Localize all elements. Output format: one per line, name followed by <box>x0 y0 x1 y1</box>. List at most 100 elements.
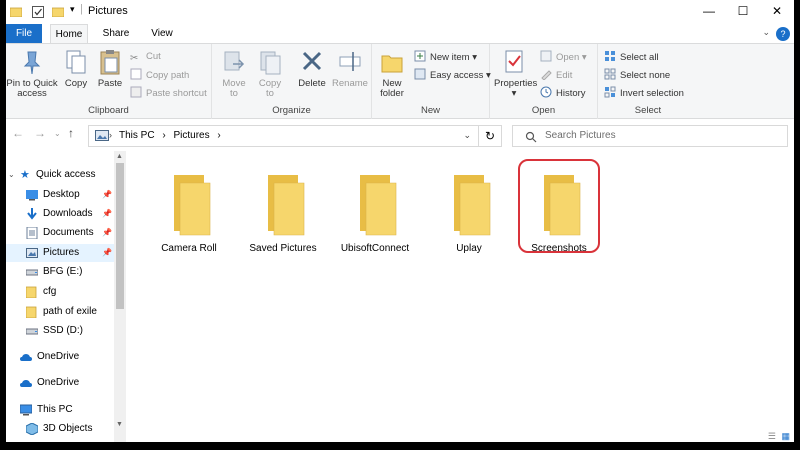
scroll-thumb[interactable] <box>116 163 124 309</box>
expand-ribbon-icon[interactable]: ⌄ <box>762 27 770 38</box>
easy-access-button[interactable]: Easy access ▾ <box>414 68 491 82</box>
copy-button[interactable]: Copy <box>60 48 92 89</box>
app-folder-icon <box>10 7 22 17</box>
up-arrow-icon[interactable]: ↑ <box>68 126 74 140</box>
refresh-button[interactable]: ↻ <box>478 125 502 147</box>
new-folder-icon <box>381 55 403 73</box>
nav-item-pictures[interactable]: Pictures 📌 <box>6 244 114 262</box>
minimize-button[interactable]: — <box>692 0 726 22</box>
cloud-icon <box>20 354 32 361</box>
help-icon[interactable]: ? <box>776 27 790 41</box>
nav-item-this-pc[interactable]: This PC <box>6 401 114 419</box>
new-item-icon <box>414 50 426 62</box>
breadcrumb-separator: › <box>109 130 112 140</box>
pin-icon: 📌 <box>102 228 112 237</box>
move-to-button[interactable]: Move to <box>218 48 250 99</box>
nav-item-downloads[interactable]: Downloads 📌 <box>6 205 114 223</box>
open-group: Properties ▾ Open ▾ Edit History Open <box>490 44 598 119</box>
tab-home[interactable]: Home <box>50 24 88 44</box>
forward-arrow-icon[interactable]: → <box>34 126 46 140</box>
folder-ubisoftconnect[interactable]: UbisoftConnect <box>332 163 418 259</box>
paste-button[interactable]: Paste <box>94 48 126 89</box>
new-group-label: New <box>420 105 440 116</box>
back-arrow-icon[interactable]: ← <box>12 126 24 140</box>
desktop-icon <box>26 190 38 201</box>
nav-item-path-of-exile[interactable]: path of exile <box>6 303 114 321</box>
customize-toolbar-icon[interactable]: ▾ <box>70 4 75 15</box>
nav-item-desktop[interactable]: Desktop 📌 <box>6 186 114 204</box>
nav-item-ssd-drive[interactable]: SSD (D:) <box>6 322 114 340</box>
tab-share[interactable]: Share <box>96 24 136 44</box>
copy-to-button[interactable]: Copy to <box>254 48 286 99</box>
pin-icon: 📌 <box>102 248 112 257</box>
organize-group-label: Organize <box>272 105 311 116</box>
nav-item-bfg-drive[interactable]: BFG (E:) <box>6 263 114 281</box>
invert-selection-button[interactable]: Invert selection <box>604 86 684 100</box>
select-none-label: Select none <box>620 70 671 81</box>
history-button[interactable]: History <box>540 86 586 100</box>
paste-shortcut-button[interactable]: Paste shortcut <box>130 86 207 100</box>
quick-folder-icon[interactable] <box>52 6 64 17</box>
nav-item-documents[interactable]: Documents 📌 <box>6 224 114 242</box>
drive-icon <box>26 328 38 335</box>
clipboard-group-label: Clipboard <box>88 105 129 116</box>
nav-item-onedrive-1[interactable]: OneDrive <box>6 348 114 366</box>
ribbon-tabs: File Home Share View ⌄ ? <box>6 24 794 44</box>
folder-icon <box>26 286 37 298</box>
search-box[interactable]: Search Pictures <box>512 125 788 147</box>
address-bar[interactable]: › This PC › Pictures › ⌄ <box>88 125 502 147</box>
scroll-down-icon[interactable]: ▼ <box>116 421 123 428</box>
breadcrumb-pictures[interactable]: Pictures <box>173 130 209 141</box>
easy-access-icon <box>414 68 426 80</box>
select-none-icon <box>604 68 616 80</box>
pin-to-quick-access-button[interactable]: Pin to Quick access <box>6 48 58 99</box>
open-button[interactable]: Open ▾ <box>540 50 587 64</box>
edit-icon <box>541 70 552 80</box>
folder-saved-pictures[interactable]: Saved Pictures <box>240 163 326 259</box>
properties-button[interactable]: Properties ▾ <box>494 48 537 99</box>
folder-camera-roll[interactable]: Camera Roll <box>146 163 232 259</box>
select-group-label: Select <box>634 105 662 116</box>
rename-button[interactable]: Rename <box>332 48 368 89</box>
details-view-icon[interactable]: ☰ <box>768 431 776 442</box>
new-item-button[interactable]: New item ▾ <box>414 50 477 64</box>
ribbon: Pin to Quick access Copy Paste ✂ Cut Copy… <box>6 43 794 119</box>
nav-item-quick-access[interactable]: ⌄ ★ Quick access <box>6 166 114 184</box>
large-icons-view-icon[interactable]: ▦ <box>781 431 790 442</box>
easy-access-label: Easy access <box>430 70 484 81</box>
checkbox-icon[interactable] <box>32 6 44 18</box>
open-group-label: Open <box>531 105 556 116</box>
cut-button[interactable]: ✂ Cut <box>130 50 161 64</box>
tab-file[interactable]: File <box>6 24 42 44</box>
file-list: Camera Roll Saved Pictures UbisoftConnec… <box>126 151 794 442</box>
select-none-button[interactable]: Select none <box>604 68 670 82</box>
invert-selection-label: Invert selection <box>620 88 684 99</box>
edit-button[interactable]: Edit <box>540 68 572 82</box>
navigation-pane: ⌄ ★ Quick access Desktop 📌 Downloads 📌 D… <box>6 151 126 442</box>
nav-item-3d-objects[interactable]: 3D Objects <box>6 420 114 438</box>
folder-uplay[interactable]: Uplay <box>426 163 512 259</box>
breadcrumb-this-pc[interactable]: This PC <box>119 130 155 141</box>
close-button[interactable]: ✕ <box>760 0 794 22</box>
tab-view[interactable]: View <box>144 24 180 44</box>
nav-item-cfg[interactable]: cfg <box>6 283 114 301</box>
select-group: Select all Select none Invert selection … <box>598 44 698 119</box>
new-group: New folder New item ▾ Easy access ▾ New <box>372 44 491 119</box>
maximize-button[interactable]: ☐ <box>726 0 760 22</box>
search-input[interactable]: Search Pictures <box>545 130 616 141</box>
recent-locations-icon[interactable]: ⌄ <box>54 129 61 138</box>
breadcrumb-separator: › <box>217 130 221 141</box>
chevron-down-icon[interactable]: ⌄ <box>8 166 15 184</box>
nav-scrollbar[interactable]: ▲ ▼ <box>114 151 126 442</box>
delete-button[interactable]: Delete <box>296 48 328 89</box>
select-all-button[interactable]: Select all <box>604 50 659 64</box>
nav-item-onedrive-2[interactable]: OneDrive <box>6 374 114 392</box>
properties-icon <box>505 50 523 73</box>
copy-path-button[interactable]: Copy path <box>130 68 189 82</box>
address-dropdown-icon[interactable]: ⌄ <box>463 130 471 141</box>
breadcrumb-separator: › <box>162 130 166 141</box>
new-folder-button[interactable]: New folder <box>374 48 410 99</box>
computer-icon <box>20 404 32 416</box>
folder-icon <box>360 175 397 236</box>
scroll-up-icon[interactable]: ▲ <box>116 153 123 160</box>
